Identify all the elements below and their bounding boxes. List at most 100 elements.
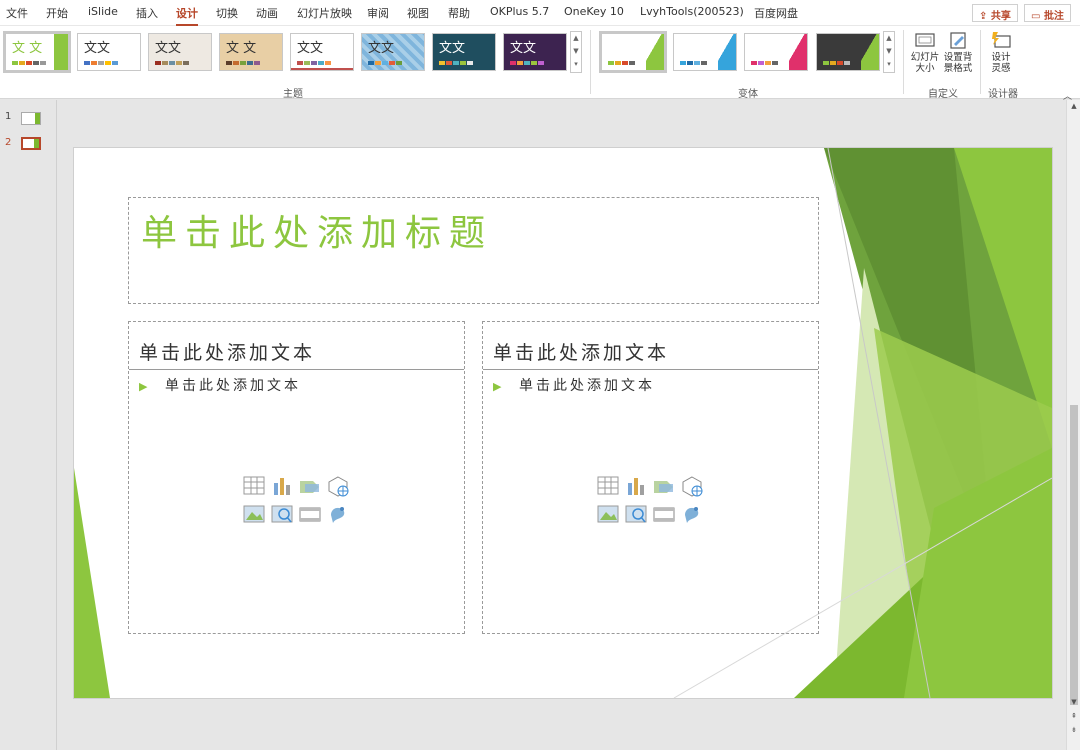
menu-animations[interactable]: 动画 bbox=[256, 5, 278, 21]
menu-transitions[interactable]: 切换 bbox=[216, 5, 238, 21]
bullet-arrow-icon: ▶ bbox=[493, 380, 502, 393]
left-heading-text[interactable]: 单击此处添加文本 bbox=[139, 338, 315, 365]
variant-gallery-scroll[interactable]: ▲ ▼ ▾ bbox=[883, 31, 895, 73]
theme-dark-teal[interactable]: 文文 bbox=[432, 33, 496, 71]
theme-thumb-text: 文文 bbox=[439, 41, 466, 56]
theme-thumb-text: 文文 bbox=[84, 41, 111, 56]
title-placeholder-text[interactable]: 单击此处添加标题 bbox=[141, 204, 493, 256]
scrollbar-thumb[interactable] bbox=[1070, 405, 1078, 705]
left-bullet-text[interactable]: 单击此处添加文本 bbox=[165, 378, 301, 394]
theme-thumb-text: 文文 bbox=[368, 41, 395, 56]
variants-group-label: 变体 bbox=[738, 89, 758, 100]
share-icon: ⇪ bbox=[979, 11, 991, 22]
customize-group-label: 自定义 bbox=[928, 89, 958, 100]
insert-chart-icon[interactable] bbox=[625, 475, 647, 497]
insert-3d-model-icon[interactable] bbox=[681, 475, 703, 497]
variant-3[interactable] bbox=[744, 33, 808, 71]
menu-home[interactable]: 开始 bbox=[46, 5, 68, 21]
right-heading-placeholder[interactable]: 单击此处添加文本 bbox=[483, 322, 818, 370]
share-button[interactable]: ⇪ 共享 bbox=[972, 4, 1018, 22]
format-background-label: 设置背景格式 bbox=[943, 52, 973, 74]
insert-table-icon[interactable] bbox=[243, 475, 265, 497]
theme-purple[interactable]: 文文 bbox=[503, 33, 567, 71]
menu-onekey[interactable]: OneKey 10 bbox=[564, 5, 624, 18]
slide-thumbnail-2[interactable] bbox=[21, 137, 41, 150]
design-ideas-icon bbox=[990, 30, 1012, 50]
comment-label: 批注 bbox=[1043, 11, 1064, 22]
comment-button[interactable]: ▭ 批注 bbox=[1024, 4, 1071, 22]
insert-online-picture-icon[interactable] bbox=[625, 503, 647, 525]
insert-table-icon[interactable] bbox=[597, 475, 619, 497]
left-bullet-row[interactable]: ▶ 单击此处添加文本 bbox=[139, 375, 301, 395]
group-divider bbox=[590, 30, 591, 94]
designer-group-label: 设计器 bbox=[988, 89, 1018, 100]
slide-size-icon bbox=[914, 30, 936, 50]
right-content-placeholder[interactable]: 单击此处添加文本 ▶ 单击此处添加文本 bbox=[482, 321, 819, 634]
theme-thumb-text: 文 文 bbox=[12, 41, 43, 56]
variant-1[interactable] bbox=[599, 31, 667, 73]
insert-icons-icon[interactable] bbox=[327, 503, 349, 525]
slide-thumbnails-pane: 1 2 bbox=[0, 100, 57, 750]
theme-wood[interactable]: 文 文 bbox=[219, 33, 283, 71]
next-slide-icon[interactable]: ⇟ bbox=[1067, 726, 1080, 734]
menu-file[interactable]: 文件 bbox=[6, 5, 28, 21]
comment-icon: ▭ bbox=[1031, 11, 1044, 22]
insert-online-picture-icon[interactable] bbox=[271, 503, 293, 525]
insert-smartart-icon[interactable] bbox=[299, 475, 321, 497]
scroll-up-icon[interactable]: ▲ bbox=[1067, 102, 1080, 110]
insert-video-icon[interactable] bbox=[299, 503, 321, 525]
scroll-down-icon[interactable]: ▼ bbox=[1067, 698, 1080, 706]
insert-video-icon[interactable] bbox=[653, 503, 675, 525]
theme-pattern[interactable]: 文文 bbox=[361, 33, 425, 71]
right-bullet-text[interactable]: 单击此处添加文本 bbox=[519, 378, 655, 394]
menu-lvyhtools[interactable]: LvyhTools(200523) bbox=[640, 5, 744, 18]
insert-picture-icon[interactable] bbox=[597, 503, 619, 525]
theme-facet[interactable]: 文 文 bbox=[3, 31, 71, 73]
vertical-scrollbar[interactable]: ▲ ▼ ⇞ ⇟ bbox=[1066, 100, 1080, 750]
menu-slideshow[interactable]: 幻灯片放映 bbox=[297, 5, 352, 21]
group-divider bbox=[903, 30, 904, 94]
slide-number: 1 bbox=[5, 111, 12, 122]
left-content-placeholder[interactable]: 单击此处添加文本 ▶ 单击此处添加文本 bbox=[128, 321, 465, 634]
variant-4[interactable] bbox=[816, 33, 880, 71]
theme-gallery-scroll[interactable]: ▲ ▼ ▾ bbox=[570, 31, 582, 73]
menu-islide[interactable]: iSlide bbox=[88, 5, 118, 18]
right-heading-text[interactable]: 单击此处添加文本 bbox=[493, 338, 669, 365]
theme-thumb-text: 文文 bbox=[155, 41, 182, 56]
menu-baidu-netdisk[interactable]: 百度网盘 bbox=[754, 5, 798, 21]
slide-size-button[interactable]: 幻灯片大小 bbox=[908, 30, 942, 74]
slide-size-label: 幻灯片大小 bbox=[910, 52, 940, 74]
menu-view[interactable]: 视图 bbox=[407, 5, 429, 21]
group-divider bbox=[980, 30, 981, 94]
insert-chart-icon[interactable] bbox=[271, 475, 293, 497]
menu-insert[interactable]: 插入 bbox=[136, 5, 158, 21]
format-background-icon bbox=[947, 30, 969, 50]
menu-design[interactable]: 设计 bbox=[176, 5, 198, 26]
previous-slide-icon[interactable]: ⇞ bbox=[1067, 712, 1080, 720]
insert-content-icons bbox=[243, 475, 353, 530]
insert-icons-icon[interactable] bbox=[681, 503, 703, 525]
format-background-button[interactable]: 设置背景格式 bbox=[942, 30, 974, 74]
insert-picture-icon[interactable] bbox=[243, 503, 265, 525]
theme-thumb-text: 文 文 bbox=[226, 41, 257, 56]
slide-thumbnail-1[interactable] bbox=[21, 112, 41, 125]
theme-gallery[interactable]: 文文 bbox=[148, 33, 212, 71]
slide-number: 2 bbox=[5, 137, 12, 148]
design-ideas-label: 设计灵感 bbox=[991, 52, 1011, 74]
theme-ion[interactable]: 文文 bbox=[290, 33, 354, 71]
title-placeholder[interactable]: 单击此处添加标题 bbox=[128, 197, 819, 304]
left-heading-placeholder[interactable]: 单击此处添加文本 bbox=[129, 322, 464, 370]
insert-smartart-icon[interactable] bbox=[653, 475, 675, 497]
insert-content-icons bbox=[597, 475, 707, 530]
design-ideas-button[interactable]: 设计灵感 bbox=[986, 30, 1016, 74]
right-bullet-row[interactable]: ▶ 单击此处添加文本 bbox=[493, 375, 655, 395]
menu-okplus[interactable]: OKPlus 5.7 bbox=[490, 5, 549, 18]
themes-group-label: 主题 bbox=[283, 89, 303, 100]
variant-2[interactable] bbox=[673, 33, 737, 71]
slide-canvas[interactable]: 单击此处添加标题 单击此处添加文本 ▶ 单击此处添加文本 单击此处添加文本 ▶ 单击… bbox=[74, 148, 1052, 698]
insert-3d-model-icon[interactable] bbox=[327, 475, 349, 497]
menu-review[interactable]: 审阅 bbox=[367, 5, 389, 21]
menu-bar: 文件 开始 iSlide 插入 设计 切换 动画 幻灯片放映 审阅 视图 帮助 … bbox=[0, 0, 1080, 26]
theme-office[interactable]: 文文 bbox=[77, 33, 141, 71]
menu-help[interactable]: 帮助 bbox=[448, 5, 470, 21]
